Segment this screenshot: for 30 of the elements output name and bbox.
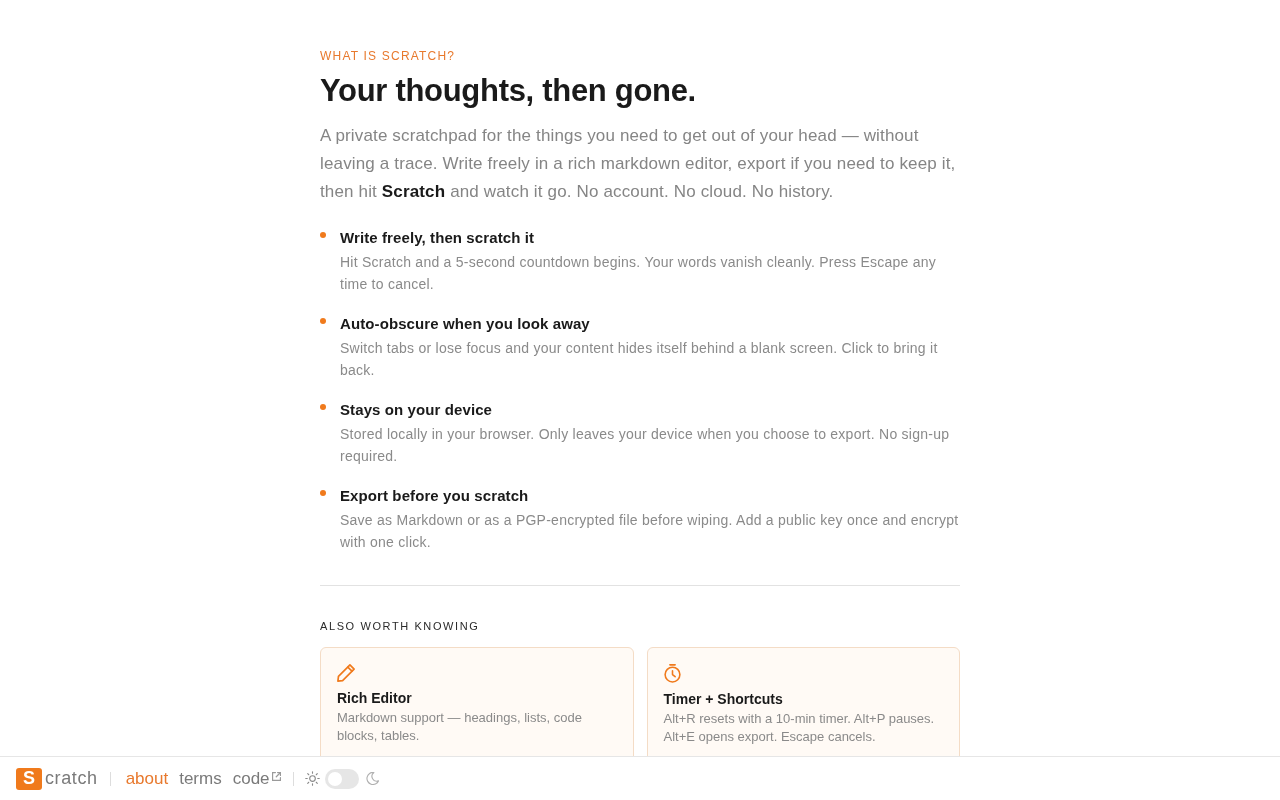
- feature-title: Stays on your device: [340, 400, 494, 420]
- section-eyebrow: WHAT IS SCRATCH?: [320, 48, 457, 64]
- card-title: Timer + Shortcuts: [663, 690, 784, 709]
- feature-title: Auto-obscure when you look away: [340, 314, 591, 334]
- external-link-icon: [271, 772, 281, 781]
- scratch-logo[interactable]: S cratch: [16, 767, 98, 790]
- feature-description: Switch tabs or lose focus and your content hides itself behind a blank screen. Click to bring it back.: [340, 339, 939, 380]
- card-description: Markdown support — headings, lists, code blocks, tables.: [337, 709, 583, 745]
- intro-paragraph: A private scratchpad for the things you need to get out of your head — without leaving a trace. Write freely in a rich markdown editor, export if you need to keep it, then hit Scratch and watch it go. No account. No cloud. No history.: [320, 125, 957, 203]
- feature-description: Hit Scratch and a 5-second countdown begins. Your words vanish cleanly. Press Escape any time to cancel.: [340, 253, 938, 294]
- feature-description: Save as Markdown or as a PGP-encrypted file before wiping. Add a public key once and encrypt with one click.: [340, 511, 960, 552]
- card-title: Rich Editor: [337, 689, 413, 708]
- feature-description: Stored locally in your browser. Only leaves your device when you choose to export. No sign-up required.: [340, 425, 951, 466]
- sun-icon: [304, 771, 320, 786]
- page-title: Your thoughts, then gone.: [320, 72, 697, 110]
- nav-link[interactable]: code: [232, 768, 281, 789]
- theme-toggle[interactable]: [324, 768, 359, 789]
- stopwatch-icon: [663, 664, 681, 683]
- card-description: Alt+R resets with a 10-min timer. Alt+P pauses. Alt+E opens export. Escape cancels.: [663, 710, 936, 746]
- feature-title: Export before you scratch: [340, 486, 530, 506]
- bullet-dot-icon: [320, 232, 326, 238]
- nav-link[interactable]: terms: [179, 768, 222, 789]
- pencil-icon: [337, 664, 355, 682]
- bullet-dot-icon: [320, 318, 326, 324]
- section-heading: ALSO WORTH KNOWING: [320, 619, 481, 633]
- moon-icon: [365, 772, 379, 785]
- bullet-dot-icon: [320, 404, 326, 410]
- nav-link[interactable]: about: [125, 768, 169, 789]
- bullet-dot-icon: [320, 490, 326, 496]
- feature-title: Write freely, then scratch it: [340, 228, 536, 248]
